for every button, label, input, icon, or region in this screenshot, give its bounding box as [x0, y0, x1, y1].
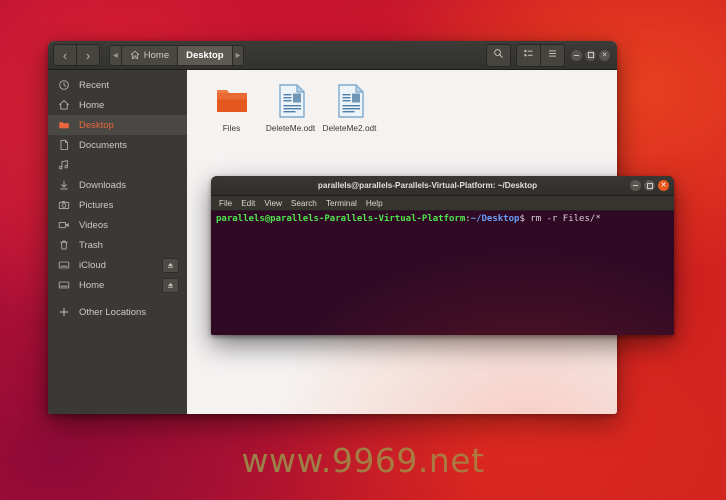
sidebar-item-other-locations[interactable]: Other Locations: [48, 302, 187, 322]
video-icon: [58, 219, 70, 231]
sidebar-item-label: Pictures: [79, 199, 114, 211]
trash-icon: [58, 239, 70, 251]
list-view-icon: [523, 46, 534, 64]
terminal-title: parallels@parallels-Parallels-Virtual-Pl…: [317, 181, 538, 190]
sidebar-item-label: Desktop: [79, 119, 114, 131]
sidebar-item-label: Downloads: [79, 179, 126, 191]
sidebar-item-downloads[interactable]: Downloads: [48, 175, 187, 195]
download-icon: [58, 179, 70, 191]
sidebar-item-desktop[interactable]: Desktop: [48, 115, 187, 135]
eject-button[interactable]: [162, 277, 179, 293]
drive-icon: [58, 259, 70, 271]
terminal-output-area[interactable]: parallels@parallels-Parallels-Virtual-Pl…: [211, 211, 674, 335]
back-button[interactable]: ‹: [53, 44, 76, 66]
view-toggle-button[interactable]: [516, 43, 540, 67]
sidebar-item-recent[interactable]: Recent: [48, 75, 187, 95]
sidebar-item-pictures[interactable]: Pictures: [48, 195, 187, 215]
sidebar-item-videos[interactable]: Videos: [48, 215, 187, 235]
search-button[interactable]: [486, 43, 511, 67]
sidebar-item-label: Other Locations: [79, 306, 147, 318]
file-item-label: DeleteMe.odt: [265, 123, 316, 133]
sidebar-item-label: Home: [79, 279, 105, 291]
menu-item-file[interactable]: File: [219, 199, 232, 208]
menu-button[interactable]: [540, 43, 565, 67]
eject-button[interactable]: [162, 257, 179, 273]
breadcrumb: ◂ Home Desktop ▸: [109, 44, 245, 66]
drive-icon: [58, 279, 70, 291]
menu-item-terminal[interactable]: Terminal: [326, 199, 357, 208]
desktop-background: ‹ › ◂ Home Desktop ▸ ✕ Recent Home Deskt…: [0, 0, 726, 500]
file-item-document[interactable]: DeleteMe2.odt: [321, 81, 378, 133]
plus-icon: [58, 306, 70, 318]
navigation-controls: ‹ ›: [53, 44, 100, 66]
file-item-folder[interactable]: Files: [203, 81, 260, 133]
terminal-minimize-button[interactable]: [630, 180, 641, 191]
terminal-window-controls: ✕: [630, 180, 674, 191]
window-controls: ✕: [571, 49, 612, 61]
headerbar-actions: ✕: [486, 43, 612, 67]
breadcrumb-desktop-label: Desktop: [186, 49, 224, 61]
file-item-label: DeleteMe2.odt: [322, 123, 377, 133]
watermark: www.9969.net: [241, 441, 485, 480]
breadcrumb-home-label: Home: [143, 49, 170, 61]
sidebar-item-label: Home: [79, 99, 105, 111]
menu-item-edit[interactable]: Edit: [241, 199, 255, 208]
hamburger-menu-icon: [547, 46, 558, 64]
document-icon: [330, 81, 370, 121]
document-icon: [271, 81, 311, 121]
camera-icon: [58, 199, 70, 211]
sidebar-item-label: Documents: [79, 139, 128, 151]
prompt-user-host: parallels@parallels-Parallels-Virtual-Pl…: [216, 214, 466, 224]
prompt-path: ~/Desktop: [470, 214, 520, 224]
menu-item-view[interactable]: View: [264, 199, 282, 208]
maximize-button[interactable]: [585, 49, 596, 61]
menu-item-help[interactable]: Help: [366, 199, 383, 208]
sidebar-item-home[interactable]: Home: [48, 95, 187, 115]
terminal-prompt-line: parallels@parallels-Parallels-Virtual-Pl…: [216, 214, 669, 225]
document-icon: [58, 139, 70, 151]
sidebar-item-icloud[interactable]: iCloud: [48, 255, 187, 275]
sidebar-item-home-drive[interactable]: Home: [48, 275, 187, 295]
terminal-menubar: File Edit View Search Terminal Help: [211, 196, 674, 211]
music-icon: [58, 159, 70, 171]
file-item-document[interactable]: DeleteMe.odt: [262, 81, 319, 133]
close-button[interactable]: ✕: [599, 49, 610, 61]
sidebar-item-documents[interactable]: Documents: [48, 135, 187, 155]
file-manager-headerbar: ‹ › ◂ Home Desktop ▸ ✕: [48, 41, 617, 70]
home-icon: [58, 99, 70, 111]
clock-icon: [58, 79, 70, 91]
sidebar-item-trash[interactable]: Trash: [48, 235, 187, 255]
sidebar-item-label: Videos: [79, 219, 108, 231]
terminal-maximize-button[interactable]: [644, 180, 655, 191]
folder-icon: [212, 81, 252, 121]
terminal-titlebar: parallels@parallels-Parallels-Virtual-Pl…: [211, 176, 674, 196]
sidebar-item-label: Trash: [79, 239, 103, 251]
sidebar: Recent Home Desktop Documents Downloads …: [48, 70, 187, 414]
sidebar-item-label: Recent: [79, 79, 110, 91]
file-item-label: Files: [222, 123, 241, 133]
breadcrumb-scroll-right[interactable]: ▸: [231, 44, 245, 66]
terminal-window: parallels@parallels-Parallels-Virtual-Pl…: [211, 176, 674, 335]
search-icon: [493, 46, 504, 64]
sidebar-item-music[interactable]: [48, 155, 187, 175]
breadcrumb-item-desktop[interactable]: Desktop: [177, 44, 232, 66]
breadcrumb-scroll-left[interactable]: ◂: [109, 44, 121, 66]
terminal-close-button[interactable]: ✕: [658, 180, 669, 191]
home-icon: [130, 50, 140, 60]
breadcrumb-item-home[interactable]: Home: [120, 44, 178, 66]
minimize-button[interactable]: [571, 49, 582, 61]
sidebar-separator: [48, 295, 187, 302]
folder-icon: [58, 119, 70, 131]
terminal-command: rm -r Files/*: [524, 214, 601, 224]
menu-item-search[interactable]: Search: [291, 199, 317, 208]
sidebar-item-label: iCloud: [79, 259, 106, 271]
forward-button[interactable]: ›: [76, 44, 100, 66]
